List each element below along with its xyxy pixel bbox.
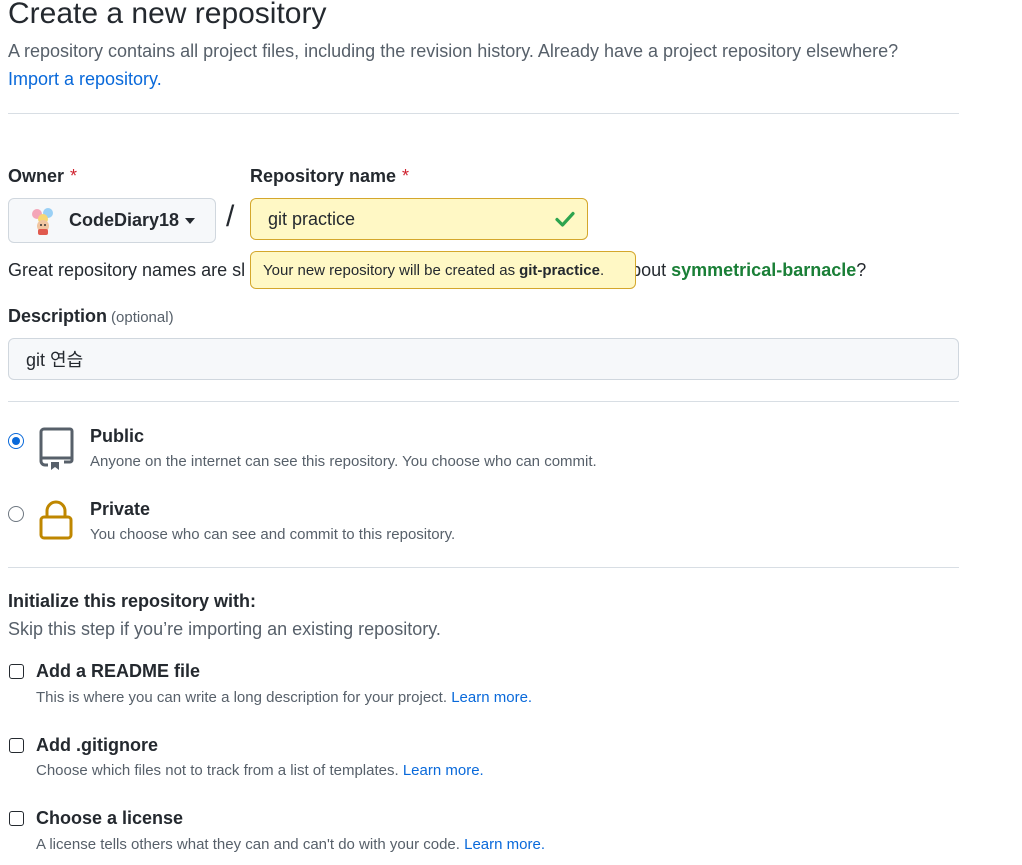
owner-avatar bbox=[29, 207, 57, 235]
hint-end: ? bbox=[856, 260, 867, 280]
description-label: Description (optional) bbox=[8, 306, 174, 327]
page-title: Create a new repository bbox=[8, 0, 327, 30]
repository-name-label: Repository name * bbox=[250, 166, 409, 187]
add-gitignore-checkbox[interactable] bbox=[9, 738, 24, 753]
chevron-down-icon bbox=[185, 217, 196, 224]
tooltip-end: . bbox=[599, 261, 605, 279]
tooltip-text: Your new repository will be created as bbox=[263, 261, 516, 279]
repository-name-label-text: Repository name bbox=[250, 166, 397, 186]
add-readme-checkbox[interactable] bbox=[9, 664, 24, 679]
description-input[interactable]: git 연습 bbox=[8, 338, 959, 380]
divider bbox=[8, 401, 959, 402]
owner-repo-separator: / bbox=[226, 200, 235, 233]
initialize-title: Initialize this repository with: bbox=[8, 591, 257, 611]
add-readme-desc-text: This is where you can write a long descr… bbox=[36, 689, 448, 706]
hint-prefix: Great repository names are sl bbox=[8, 260, 246, 280]
owner-label-text: Owner bbox=[8, 166, 65, 186]
add-gitignore-desc-text: Choose which files not to track from a l… bbox=[36, 762, 399, 779]
repository-name-value: git practice bbox=[268, 208, 356, 229]
page-subtitle: A repository contains all project files,… bbox=[8, 37, 959, 93]
choose-license-desc: A license tells others what they can and… bbox=[36, 836, 545, 853]
subtitle-text: A repository contains all project files,… bbox=[8, 41, 899, 61]
repo-book-icon bbox=[38, 427, 76, 476]
description-label-text: Description bbox=[8, 306, 108, 326]
repository-name-input[interactable]: git practice bbox=[250, 198, 588, 240]
private-option-title: Private bbox=[90, 499, 151, 519]
hint-suffix: bout bbox=[631, 260, 672, 280]
suggested-name-link[interactable]: symmetrical-barnacle bbox=[671, 260, 856, 280]
divider bbox=[8, 113, 959, 114]
divider bbox=[8, 567, 959, 568]
optional-tag: (optional) bbox=[111, 309, 174, 326]
readme-learn-more-link[interactable]: Learn more. bbox=[451, 689, 532, 706]
repository-name-tooltip: Your new repository will be created as gi… bbox=[250, 251, 636, 289]
description-value: git 연습 bbox=[26, 350, 84, 370]
license-learn-more-link[interactable]: Learn more. bbox=[464, 836, 545, 853]
import-repository-link[interactable]: Import a repository. bbox=[8, 69, 162, 89]
owner-dropdown[interactable]: CodeDiary18 bbox=[8, 198, 216, 243]
add-gitignore-title: Add .gitignore bbox=[36, 735, 158, 755]
public-option-title: Public bbox=[90, 426, 145, 446]
lock-icon bbox=[38, 499, 76, 546]
owner-label: Owner * bbox=[8, 166, 77, 187]
choose-license-desc-text: A license tells others what they can and… bbox=[36, 836, 460, 853]
owner-name: CodeDiary18 bbox=[69, 210, 180, 230]
add-readme-desc: This is where you can write a long descr… bbox=[36, 689, 532, 706]
choose-license-checkbox[interactable] bbox=[9, 811, 24, 826]
initialize-subtitle: Skip this step if you’re importing an ex… bbox=[8, 619, 441, 639]
public-option-desc: Anyone on the internet can see this repo… bbox=[90, 453, 597, 470]
gitignore-learn-more-link[interactable]: Learn more. bbox=[403, 762, 484, 779]
public-radio[interactable] bbox=[8, 433, 24, 449]
tooltip-slug: git-practice bbox=[519, 261, 600, 279]
required-mark: * bbox=[70, 166, 78, 186]
private-option-desc: You choose who can see and commit to thi… bbox=[90, 526, 456, 543]
private-radio[interactable] bbox=[8, 506, 24, 522]
add-gitignore-desc: Choose which files not to track from a l… bbox=[36, 762, 484, 779]
required-mark: * bbox=[402, 166, 410, 186]
choose-license-title: Choose a license bbox=[36, 808, 184, 828]
add-readme-title: Add a README file bbox=[36, 661, 201, 681]
check-icon bbox=[553, 207, 577, 236]
